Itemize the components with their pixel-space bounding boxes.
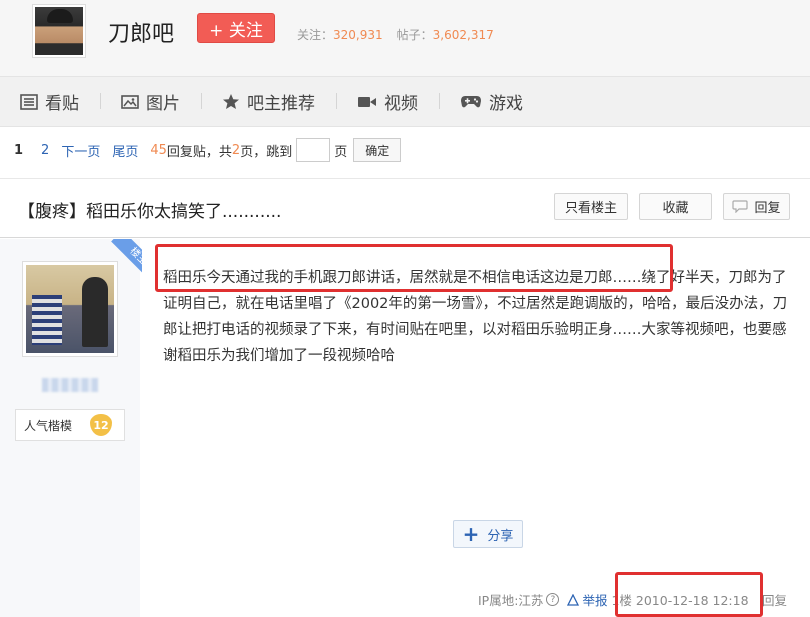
video-icon	[357, 95, 377, 109]
forum-stats: 关注：320,931 帖子：3,602,317	[297, 26, 494, 43]
report-icon	[567, 593, 580, 606]
only-op-button[interactable]: 只看楼主	[554, 193, 628, 220]
report-link[interactable]: 举报	[567, 590, 607, 609]
posts-count: 3,602,317	[432, 28, 494, 42]
plus-icon: +	[462, 522, 480, 546]
follow-button[interactable]: + 关注	[197, 13, 275, 43]
nav-label: 视频	[384, 94, 418, 114]
gamepad-icon	[460, 95, 482, 109]
followers-count: 320,931	[333, 28, 383, 42]
post-title-bar: 【腹疼】稻田乐你太搞笑了........... 只看楼主 收藏 回复	[0, 178, 810, 238]
author-column: 人气楷模 12	[0, 239, 140, 617]
total-pages: 2	[231, 142, 241, 158]
forum-avatar[interactable]	[32, 4, 86, 58]
question-icon[interactable]: ?	[546, 593, 560, 606]
nav-label: 吧主推荐	[247, 94, 315, 114]
share-label: 分享	[487, 528, 514, 544]
followers-label: 关注：	[297, 28, 334, 42]
posts-label: 帖子：	[396, 28, 433, 42]
level-number: 12	[90, 414, 112, 436]
reply-text: 回复贴，共	[166, 144, 232, 160]
reply-tail-link[interactable]: 回复	[762, 590, 787, 609]
comment-icon	[732, 200, 749, 213]
ip-location: IP属地:江苏	[478, 593, 544, 608]
star-icon	[222, 93, 240, 110]
page-unit: 页	[334, 144, 348, 160]
pages-text: 页，跳到	[240, 144, 293, 160]
last-page-link[interactable]: 尾页	[112, 141, 138, 160]
nav-item-videos[interactable]: 视频	[337, 89, 440, 114]
pagination: 1 2 下一页 尾页 45 回复贴，共 2 页，跳到 页 确定	[14, 138, 402, 162]
current-page: 1	[14, 142, 24, 158]
favorite-button[interactable]: 收藏	[639, 193, 712, 220]
forum-name[interactable]: 刀郎吧	[108, 16, 174, 48]
share-button[interactable]: + 分享	[453, 520, 523, 548]
nav-item-posts[interactable]: 看贴	[0, 89, 101, 114]
reply-count: 45	[150, 142, 167, 158]
jump-page-input[interactable]	[296, 138, 331, 162]
reply-label: 回复	[754, 201, 781, 216]
reply-button[interactable]: 回复	[723, 193, 790, 220]
red-highlight-box-time	[615, 572, 763, 617]
jump-confirm-button[interactable]: 确定	[353, 138, 402, 162]
level-title: 人气楷模	[24, 418, 73, 433]
nav-item-images[interactable]: 图片	[101, 89, 202, 114]
image-icon	[121, 94, 139, 110]
red-highlight-box	[155, 244, 673, 292]
nav-label: 游戏	[489, 94, 523, 114]
forum-nav: 看贴 图片 吧主推荐 视频 游戏	[0, 76, 810, 127]
op-ribbon: 楼主	[100, 239, 142, 281]
author-name-blurred[interactable]	[42, 378, 98, 392]
list-icon	[20, 93, 38, 110]
nav-label: 看贴	[45, 94, 79, 114]
nav-item-games[interactable]: 游戏	[440, 89, 545, 114]
page-link-2[interactable]: 2	[41, 143, 49, 158]
forum-header: 刀郎吧 + 关注 关注：320,931 帖子：3,602,317	[0, 0, 810, 76]
level-badge[interactable]: 人气楷模 12	[15, 409, 125, 441]
next-page-link[interactable]: 下一页	[61, 141, 100, 160]
nav-label: 图片	[146, 94, 180, 114]
nav-item-recommended[interactable]: 吧主推荐	[202, 89, 337, 114]
post-title: 【腹疼】稻田乐你太搞笑了...........	[18, 202, 282, 222]
